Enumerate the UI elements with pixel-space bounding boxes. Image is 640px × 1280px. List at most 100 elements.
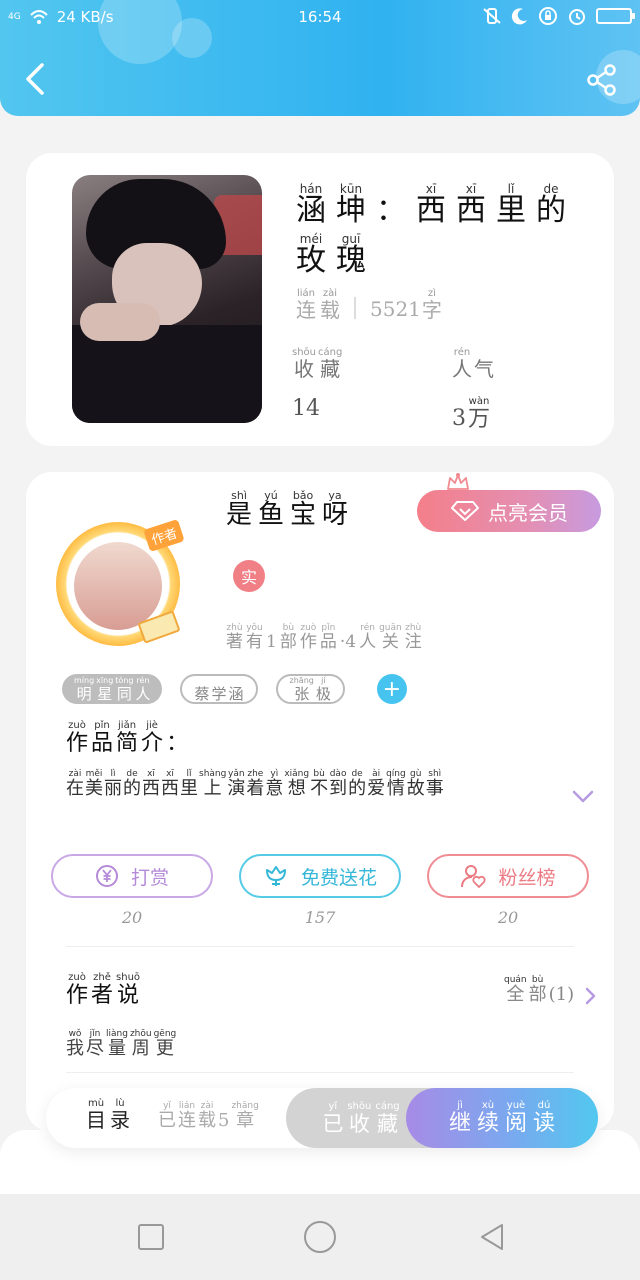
ruby-char: lǐ 里: [496, 182, 526, 228]
yen-icon: [95, 865, 118, 887]
ruby-char: shōu 收: [347, 1100, 372, 1136]
verified-badge: 实: [233, 560, 265, 592]
ruby-char: zài 在: [66, 769, 84, 799]
ruby-char: zhōu 周: [129, 1029, 152, 1059]
status-bar: 4G 24 KB/s 16:54: [0, 0, 640, 34]
ruby-char: de 的: [536, 182, 566, 228]
toc-button[interactable]: mù 目 lù 录: [86, 1098, 130, 1131]
ruby-char: 涵: [228, 685, 244, 704]
diamond-icon: [451, 501, 479, 521]
ruby-char: ：: [376, 193, 406, 228]
add-tag-button[interactable]: +: [376, 674, 407, 704]
ruby-char: jiè 介: [141, 720, 164, 756]
book-title-line1: hán 涵 kūn 坤 ： xī 西 xī 西 lǐ 里 de 的: [296, 183, 596, 227]
ruby-char: lián 连: [296, 288, 316, 322]
ruby-char: wǒ 我: [66, 1029, 84, 1059]
ruby-char: ài 爱: [367, 769, 386, 799]
ruby-char: yú 鱼: [258, 489, 285, 530]
tip-button[interactable]: 打赏: [51, 854, 213, 898]
ruby-char: 1: [266, 632, 277, 652]
ruby-char: rén 人: [359, 623, 377, 652]
ruby-char: bù 不: [310, 769, 329, 799]
tag-chip[interactable]: zhāng 张 jí 极: [275, 674, 345, 704]
ruby-char: kūn 坤: [336, 182, 366, 228]
ruby-char: dú 读: [533, 1100, 556, 1137]
author-says-heading: zuò 作 zhě 者 shuō 说: [66, 972, 140, 1007]
fans-ranking-label: 粉丝榜: [498, 866, 556, 889]
ruby-char: jiǎn 简: [116, 720, 139, 756]
ruby-char: yǐ 已: [322, 1100, 344, 1136]
ruby-char: zhāng 章: [231, 1101, 259, 1131]
top-header: 4G 24 KB/s 16:54: [0, 0, 640, 116]
tag-chip[interactable]: 蔡 学 涵: [180, 674, 258, 704]
book-status-row: lián 连 zài 载 5521 zì 字: [296, 288, 442, 321]
share-button[interactable]: [586, 64, 618, 96]
favorites-value: 14: [292, 396, 320, 421]
tag-list: míng 明 xīng 星 tóng 同 rén 人 蔡 学 涵 zhāng 张 jí 极 +: [62, 674, 407, 704]
recent-apps-button[interactable]: [138, 1224, 164, 1250]
continue-reading-button[interactable]: jì 继 xù 续 yuè 阅 dú 读: [406, 1088, 598, 1148]
author-avatar[interactable]: 作者: [56, 518, 185, 646]
ruby-char: hán 涵: [296, 182, 326, 228]
user-heart-icon: [461, 865, 487, 889]
ruby-char: rén 人: [452, 347, 472, 381]
ruby-char: dào 到: [329, 769, 348, 799]
tip-count: 20: [121, 908, 143, 927]
back-button[interactable]: [22, 62, 48, 96]
flower-count: 157: [304, 908, 336, 927]
popularity-label: rén 人 气: [452, 347, 494, 380]
tag-chip[interactable]: míng 明 xīng 星 tóng 同 rén 人: [62, 674, 163, 704]
ruby-char: qíng 情: [386, 769, 406, 799]
moon-icon: [511, 8, 527, 25]
author-says-text: wǒ 我 jǐn 尽 liàng 量 zhōu 周 gēng 更: [66, 1028, 176, 1059]
ruby-char: shì 是: [226, 489, 253, 530]
ruby-char: gēng 更: [153, 1029, 177, 1059]
section-divider: [66, 946, 574, 947]
vip-button[interactable]: 点亮会员: [417, 490, 601, 532]
word-count: 5521 zì 字: [370, 288, 442, 321]
book-info-card: hán 涵 kūn 坤 ： xī 西 xī 西 lǐ 里 de 的 méi 玫 guī 瑰 lián 连 zài…: [26, 153, 614, 446]
alarm-icon: [569, 9, 585, 25]
ruby-char: zhù 注: [404, 623, 422, 652]
ruby-char: yǐ 已: [158, 1101, 176, 1131]
ruby-char: jì 继: [448, 1100, 471, 1137]
ruby-char: pǐn 品: [319, 623, 337, 652]
book-title-line2: méi 玫 guī 瑰: [296, 233, 596, 277]
vip-button-label: 点亮会员: [488, 500, 568, 525]
expand-chevron-icon[interactable]: [572, 788, 594, 804]
word-count-unit: zì 字: [421, 288, 442, 322]
ruby-char: 5: [218, 1110, 230, 1131]
ruby-char: ya 呀: [322, 489, 349, 530]
ruby-char: guī 瑰: [336, 231, 366, 278]
ruby-char: quán 全: [504, 975, 527, 1005]
ruby-char: xù 续: [476, 1100, 499, 1137]
ruby-char: cáng 藏: [318, 347, 343, 381]
ruby-char: shàng 上: [199, 769, 227, 799]
ruby-char: guān 关: [379, 623, 402, 652]
ruby-char: shuō 说: [116, 972, 141, 1008]
ruby-char: cáng 藏: [375, 1100, 400, 1136]
send-flower-button[interactable]: 免费送花: [239, 854, 401, 898]
bottom-action-bar: mù 目 lù 录 yǐ 已 lián 连 zài 载 5 zhāng 章 yǐ 已 shōu 收 cáng…: [46, 1088, 598, 1148]
flower-icon: [265, 866, 286, 886]
home-button[interactable]: [304, 1221, 336, 1253]
ruby-char: bǎo 宝: [290, 489, 317, 530]
ruby-char: méi 玫: [296, 231, 326, 278]
word-count-number: 5521: [370, 297, 421, 321]
ruby-char: yuè 阅: [505, 1100, 528, 1137]
vibrate-icon: [483, 8, 501, 24]
book-title: hán 涵 kūn 坤 ： xī 西 xī 西 lǐ 里 de 的 méi 玫 guī 瑰: [296, 183, 596, 276]
system-back-button[interactable]: [478, 1222, 506, 1252]
chevron-right-icon: [585, 987, 596, 1005]
fans-ranking-button[interactable]: 粉丝榜: [427, 854, 589, 898]
author-says-all-link[interactable]: quán 全 bù 部 (1): [504, 974, 596, 1005]
ruby-char: de 的: [348, 769, 367, 799]
author-name[interactable]: shì 是 yú 鱼 bǎo 宝 ya 呀: [226, 490, 348, 529]
ruby-char: xīng 星: [96, 676, 114, 704]
book-cover[interactable]: [72, 175, 262, 423]
ruby-char: zài 载: [320, 288, 340, 322]
ruby-char: xiǎng 想: [284, 769, 310, 799]
author-tag: 作者: [143, 518, 185, 553]
ruby-char: 学: [211, 685, 227, 704]
ruby-char: yǒu 有: [246, 623, 263, 652]
